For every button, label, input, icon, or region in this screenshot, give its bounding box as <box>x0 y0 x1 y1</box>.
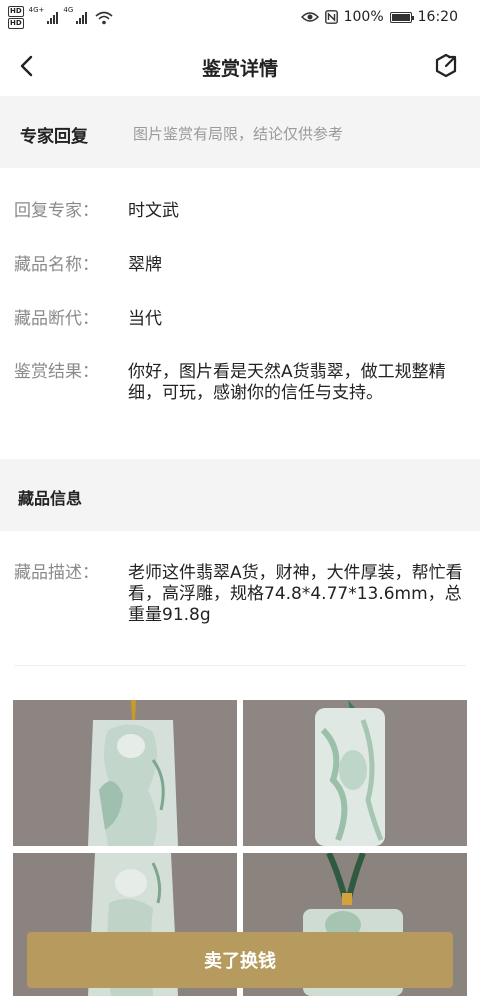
jade-image <box>13 700 237 846</box>
network-type: 4G+ <box>28 6 45 14</box>
detail-label: 回复专家： <box>14 201 99 221</box>
wifi-icon <box>95 11 113 24</box>
hd-icon: HD HD <box>8 6 24 29</box>
detail-value: 翠牌 <box>128 255 162 275</box>
jade-image <box>243 700 467 846</box>
detail-label: 藏品描述： <box>14 563 99 583</box>
divider <box>14 665 466 666</box>
expert-reply-title: 专家回复 <box>20 127 88 147</box>
battery-fill <box>391 13 410 21</box>
nfc-icon <box>324 10 338 24</box>
battery-percent: 100% <box>343 9 384 25</box>
hd-badge: HD <box>8 6 24 17</box>
battery-icon <box>389 11 414 23</box>
status-bar: HD HD 4G+ 4G 100% 16:20 <box>0 0 480 36</box>
disclaimer-note: 图片鉴赏有局限，结论仅供参考 <box>133 125 344 143</box>
jade-photo-front[interactable] <box>13 700 237 846</box>
nav-bar: 鉴赏详情 <box>0 36 480 96</box>
detail-row-result: 鉴赏结果： 你好，图片看是天然A货翡翠，做工规整精细，可玩，感谢你的信任与支持。 <box>14 362 466 404</box>
detail-value: 当代 <box>128 309 162 329</box>
detail-row-name: 藏品名称： 翠牌 <box>14 255 466 276</box>
hd-badge: HD <box>8 18 24 29</box>
network-type: 4G <box>63 6 74 14</box>
eye-icon <box>300 12 319 22</box>
detail-value: 时文武 <box>128 201 179 221</box>
detail-row-description: 藏品描述： 老师这件翡翠A货，财神，大件厚装，帮忙看看，高浮雕，规格74.8*4… <box>14 563 466 626</box>
detail-label: 藏品名称： <box>14 255 99 275</box>
item-info-title: 藏品信息 <box>18 489 83 508</box>
sell-button[interactable]: 卖了换钱 <box>27 932 453 988</box>
item-info-header: 藏品信息 <box>0 459 480 531</box>
bottom-bar: 卖了换钱 <box>0 920 480 996</box>
detail-value: 你好，图片看是天然A货翡翠，做工规整精细，可玩，感谢你的信任与支持。 <box>128 362 446 403</box>
detail-value: 老师这件翡翠A货，财神，大件厚装，帮忙看看，高浮雕，规格74.8*4.77*13… <box>128 563 463 625</box>
status-right: 100% 16:20 <box>300 9 458 25</box>
clock: 16:20 <box>417 9 458 25</box>
share-button[interactable] <box>432 52 460 80</box>
detail-row-era: 藏品断代： 当代 <box>14 309 466 330</box>
status-left: HD HD 4G+ 4G <box>8 6 113 29</box>
expert-reply-header: 专家回复 图片鉴赏有局限，结论仅供参考 <box>0 96 480 168</box>
detail-label: 鉴赏结果： <box>14 362 99 382</box>
signal-icon <box>47 11 59 24</box>
signal-icon <box>76 11 88 24</box>
detail-row-expert: 回复专家： 时文武 <box>14 201 466 222</box>
share-icon <box>435 53 458 78</box>
detail-label: 藏品断代： <box>14 309 99 329</box>
page-title: 鉴赏详情 <box>201 58 278 80</box>
jade-photo-back[interactable] <box>243 700 467 846</box>
